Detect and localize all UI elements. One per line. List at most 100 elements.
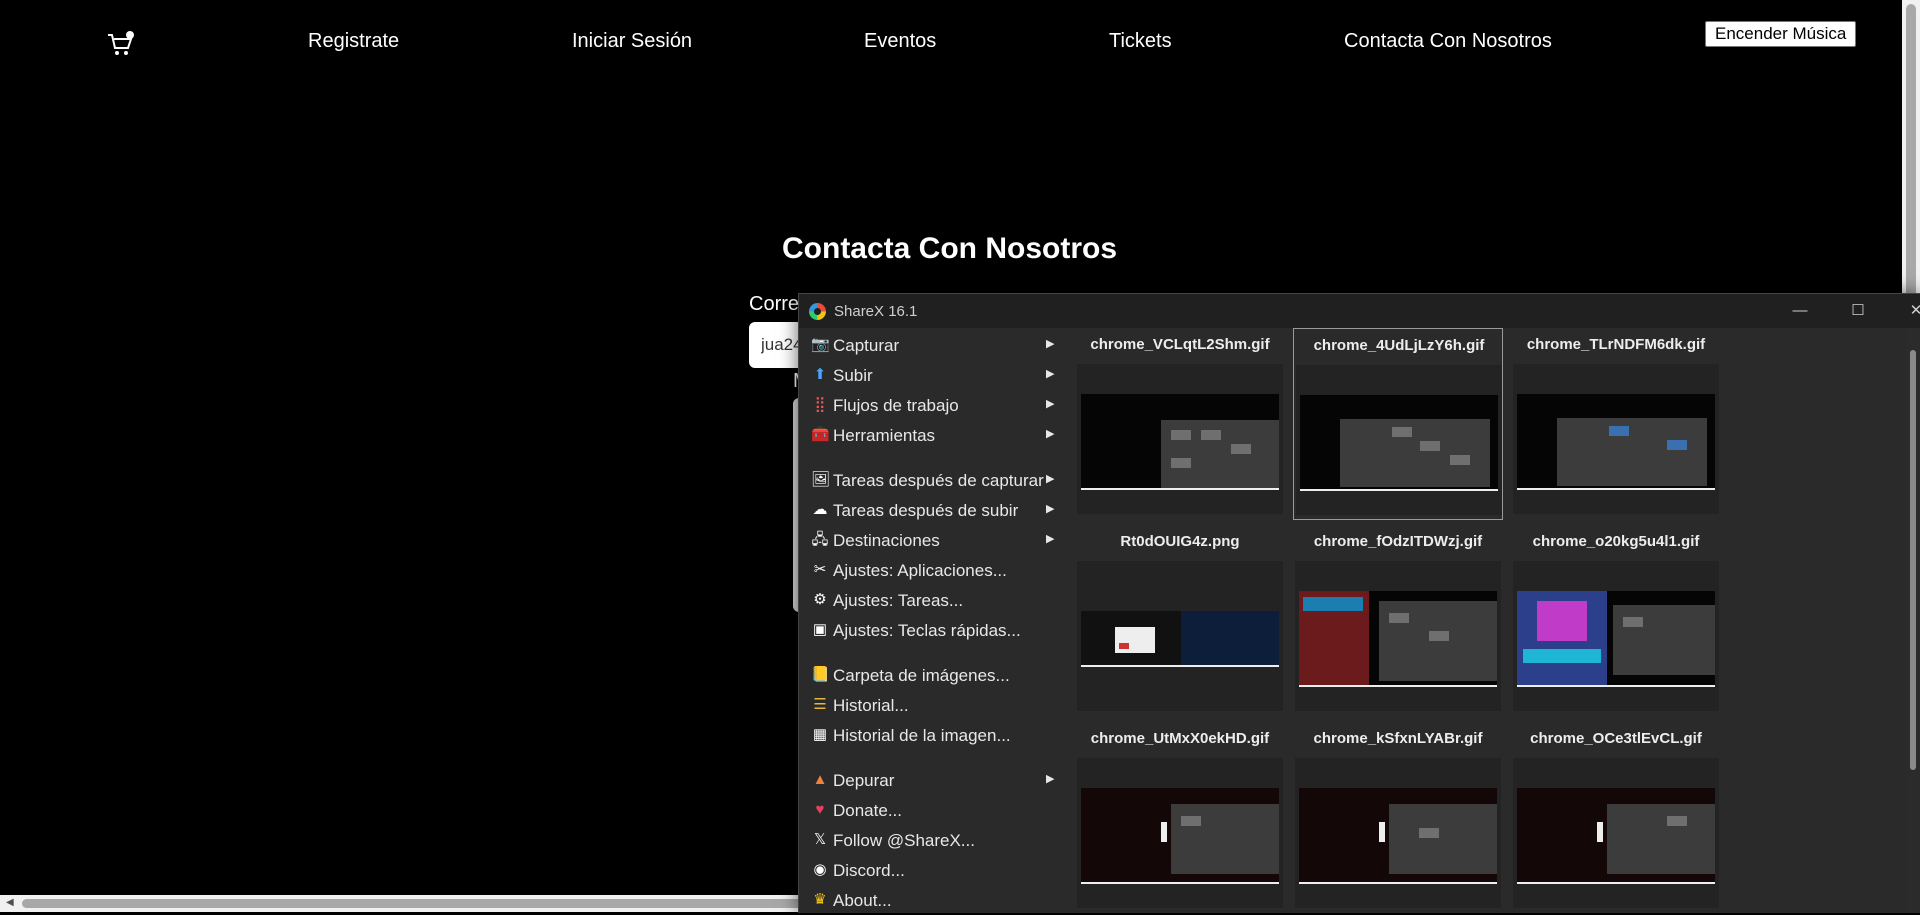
thumbnail-frame	[1077, 561, 1283, 711]
task-settings-gear-icon: ⚙	[813, 591, 827, 608]
sharex-window: ShareX 16.1 — ☐ ✕ 📷 Capturar ▶ ⬆ Subir ▶…	[798, 293, 1920, 913]
thumbnail-item[interactable]: chrome_kSfxnLYABr.gif	[1293, 722, 1503, 913]
submenu-arrow-icon: ▶	[1046, 338, 1055, 350]
nav-link-registrate[interactable]: Registrate	[308, 30, 399, 53]
menu-item-herramientas[interactable]: 🧰 Herramientas ▶	[799, 422, 1061, 450]
vertical-scroll-thumb[interactable]	[1906, 4, 1916, 304]
menu-item-historial-imagen[interactable]: ▦ Historial de la imagen...	[799, 722, 1061, 750]
thumbnail-grid: chrome_VCLqtL2Shm.gif chrome_4UdLjLzY6h.…	[1075, 328, 1901, 913]
sharex-logo-icon	[809, 303, 826, 320]
destinations-icon: 🖧	[811, 531, 829, 548]
thumbnail-item[interactable]: chrome_4UdLjLzY6h.gif	[1293, 328, 1503, 520]
app-settings-icon: ✂	[813, 561, 827, 578]
debug-cone-icon: ▲	[812, 771, 828, 788]
x-logo-icon: 𝕏	[813, 831, 827, 848]
window-title: ShareX 16.1	[834, 303, 918, 320]
menu-item-ajustes-teclas[interactable]: ▣ Ajustes: Teclas rápidas...	[799, 617, 1061, 645]
history-icon: ☰	[813, 696, 827, 713]
thumbnail-image	[1081, 611, 1279, 667]
thumbnail-item[interactable]: Rt0dOUIG4z.png	[1075, 525, 1285, 717]
submenu-arrow-icon: ▶	[1046, 428, 1055, 440]
nav-link-eventos[interactable]: Eventos	[864, 30, 936, 53]
page-title: Contacta Con Nosotros	[782, 232, 1118, 265]
nav-link-iniciar-sesion[interactable]: Iniciar Sesión	[572, 30, 692, 53]
thumbnail-item[interactable]: chrome_fOdzITDWzj.gif	[1293, 525, 1503, 717]
scroll-left-arrow-icon[interactable]: ◀	[6, 897, 14, 908]
submenu-arrow-icon: ▶	[1046, 773, 1055, 785]
thumbnail-filename: chrome_TLrNDFM6dk.gif	[1526, 336, 1706, 353]
sharex-scrollbar[interactable]	[1906, 328, 1920, 913]
thumbnail-frame	[1513, 758, 1719, 908]
thumbnail-item[interactable]: chrome_OCe3tlEvCL.gif	[1511, 722, 1721, 913]
menu-item-subir[interactable]: ⬆ Subir ▶	[799, 362, 1061, 390]
toolbox-icon: 🧰	[811, 426, 830, 443]
workflows-grid-icon: ⣿	[814, 396, 826, 413]
close-icon[interactable]: ✕	[1893, 298, 1920, 324]
capture-icon: 📷	[811, 336, 830, 353]
sharex-main-menu: 📷 Capturar ▶ ⬆ Subir ▶ ⣿ Flujos de traba…	[799, 328, 1061, 913]
thumbnail-frame	[1077, 758, 1283, 908]
thumbnail-frame	[1295, 561, 1501, 711]
thumbnail-frame	[1295, 758, 1501, 908]
thumbnail-filename: chrome_fOdzITDWzj.gif	[1313, 533, 1483, 550]
crown-icon: ♛	[813, 891, 827, 908]
thumbnail-item[interactable]: chrome_UtMxX0ekHD.gif	[1075, 722, 1285, 913]
thumbnail-filename: chrome_OCe3tlEvCL.gif	[1530, 730, 1702, 747]
thumbnail-item[interactable]: chrome_o20kg5u4l1.gif	[1511, 525, 1721, 717]
submenu-arrow-icon: ▶	[1046, 473, 1055, 485]
thumbnail-image	[1517, 591, 1715, 687]
after-upload-icon: ☁	[812, 501, 828, 518]
submenu-arrow-icon: ▶	[1046, 398, 1055, 410]
menu-item-capturar[interactable]: 📷 Capturar ▶	[799, 332, 1061, 360]
menu-item-destinaciones[interactable]: 🖧 Destinaciones ▶	[799, 527, 1061, 555]
music-toggle-button[interactable]: Encender Música	[1705, 21, 1857, 47]
menu-item-historial[interactable]: ☰ Historial...	[799, 692, 1061, 720]
submenu-arrow-icon: ▶	[1046, 368, 1055, 380]
thumbnail-image	[1299, 591, 1497, 687]
menu-item-flujos[interactable]: ⣿ Flujos de trabajo ▶	[799, 392, 1061, 420]
thumbnail-image	[1517, 394, 1715, 490]
sharex-scroll-thumb[interactable]	[1910, 350, 1916, 770]
thumbnail-filename: chrome_VCLqtL2Shm.gif	[1090, 336, 1270, 353]
submenu-arrow-icon: ▶	[1046, 533, 1055, 545]
thumbnail-frame	[1513, 561, 1719, 711]
heart-icon: ♥	[815, 801, 825, 818]
thumbnail-filename: chrome_kSfxnLYABr.gif	[1313, 730, 1483, 747]
menu-item-tareas-capturar[interactable]: 🖼 Tareas después de capturar ▶	[799, 467, 1061, 495]
menu-item-carpeta-imagenes[interactable]: 📒 Carpeta de imágenes...	[799, 662, 1061, 690]
thumbnail-frame	[1077, 364, 1283, 514]
minimize-icon[interactable]: —	[1777, 298, 1823, 324]
menu-item-discord[interactable]: ◉ Discord...	[799, 857, 1061, 885]
thumbnail-filename: Rt0dOUIG4z.png	[1120, 533, 1240, 550]
menu-item-donate[interactable]: ♥ Donate...	[799, 797, 1061, 825]
nav-link-tickets[interactable]: Tickets	[1109, 30, 1172, 53]
image-history-icon: ▦	[812, 726, 828, 743]
thumbnail-image	[1081, 788, 1279, 884]
thumbnail-filename: chrome_o20kg5u4l1.gif	[1532, 533, 1700, 550]
menu-item-follow[interactable]: 𝕏 Follow @ShareX...	[799, 827, 1061, 855]
maximize-icon[interactable]: ☐	[1835, 298, 1881, 324]
thumbnail-image	[1300, 395, 1498, 491]
submenu-arrow-icon: ▶	[1046, 503, 1055, 515]
thumbnail-image	[1517, 788, 1715, 884]
menu-item-ajustes-aplicaciones[interactable]: ✂ Ajustes: Aplicaciones...	[799, 557, 1061, 585]
site-navbar: Registrate Iniciar Sesión Eventos Ticket…	[0, 0, 1920, 86]
sharex-titlebar[interactable]: ShareX 16.1 — ☐ ✕	[799, 294, 1920, 328]
menu-item-depurar[interactable]: ▲ Depurar ▶	[799, 767, 1061, 795]
hotkey-settings-icon: ▣	[812, 621, 828, 638]
image-folder-icon: 📒	[811, 666, 830, 683]
email-label: Corre	[749, 293, 800, 315]
thumbnail-item[interactable]: chrome_VCLqtL2Shm.gif	[1075, 328, 1285, 520]
thumbnail-item[interactable]: chrome_TLrNDFM6dk.gif	[1511, 328, 1721, 520]
cart-icon[interactable]	[106, 30, 136, 60]
menu-item-tareas-subir[interactable]: ☁ Tareas después de subir ▶	[799, 497, 1061, 525]
menu-item-about[interactable]: ♛ About...	[799, 887, 1061, 915]
thumbnail-image	[1299, 788, 1497, 884]
upload-arrow-icon: ⬆	[813, 366, 827, 383]
menu-item-ajustes-tareas[interactable]: ⚙ Ajustes: Tareas...	[799, 587, 1061, 615]
thumbnail-filename: chrome_UtMxX0ekHD.gif	[1090, 730, 1270, 747]
thumbnail-filename: chrome_4UdLjLzY6h.gif	[1313, 337, 1485, 354]
thumbnail-image	[1081, 394, 1279, 490]
thumbnail-frame	[1513, 364, 1719, 514]
nav-link-contacta[interactable]: Contacta Con Nosotros	[1344, 30, 1552, 53]
